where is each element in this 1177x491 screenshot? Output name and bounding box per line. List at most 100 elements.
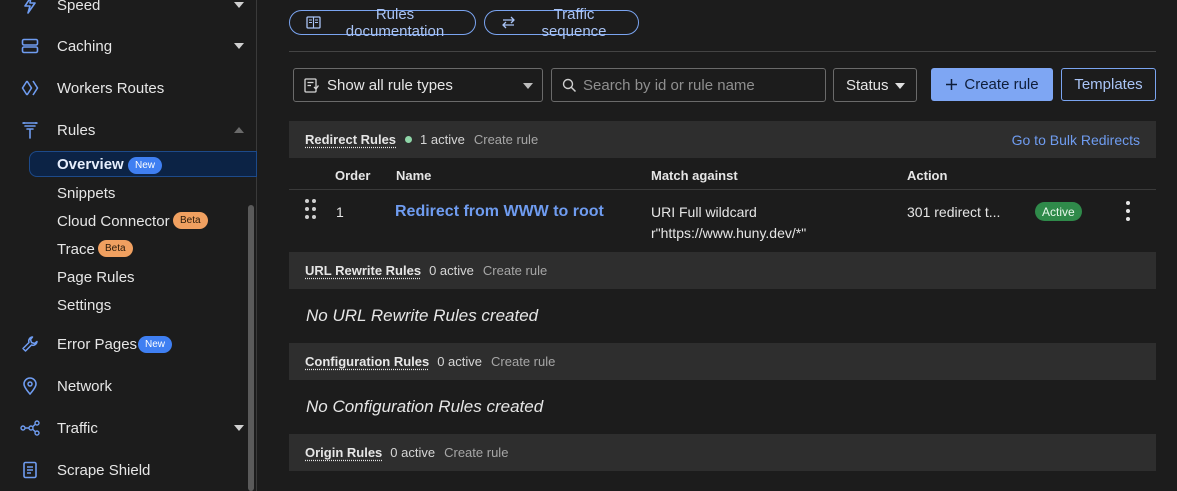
column-header-name: Name bbox=[396, 168, 432, 183]
rule-match-field: URI Full wildcard bbox=[651, 204, 757, 220]
redirect-rules-title[interactable]: Redirect Rules bbox=[305, 132, 396, 147]
rule-type-select-value: Show all rule types bbox=[327, 76, 453, 94]
sidebar-subitem-overview[interactable]: Overview New bbox=[29, 151, 257, 177]
status-badge: Active bbox=[1035, 202, 1082, 221]
sidebar-item-label: Traffic bbox=[57, 419, 98, 437]
chevron-up-icon bbox=[234, 127, 244, 133]
sidebar-subitem-label: Snippets bbox=[57, 184, 116, 202]
new-badge: New bbox=[128, 157, 163, 174]
sidebar-item-traffic[interactable]: Traffic bbox=[0, 408, 256, 448]
url-rewrite-empty-message: No URL Rewrite Rules created bbox=[306, 306, 539, 325]
traffic-sequence-label: Traffic sequence bbox=[541, 5, 607, 40]
sidebar-subitem-cloud-connector[interactable]: Cloud Connector Beta bbox=[0, 208, 256, 234]
redirect-rules-header: Redirect Rules 1 active Create rule Go t… bbox=[289, 121, 1156, 158]
sidebar-item-caching[interactable]: Caching bbox=[0, 26, 256, 66]
chevron-down-icon bbox=[895, 83, 905, 89]
sidebar-item-label: Speed bbox=[57, 0, 101, 14]
chevron-down-icon bbox=[234, 43, 244, 49]
rule-type-select[interactable]: Show all rule types bbox=[293, 68, 543, 102]
rule-order: 1 bbox=[336, 204, 344, 220]
bulk-redirects-link[interactable]: Go to Bulk Redirects bbox=[1012, 132, 1140, 148]
column-header-action: Action bbox=[907, 168, 948, 183]
url-rewrite-rules-count: 0 active bbox=[429, 263, 474, 278]
configuration-create-rule-link[interactable]: Create rule bbox=[491, 354, 555, 369]
location-pin-icon bbox=[20, 376, 40, 396]
origin-rules-count: 0 active bbox=[390, 445, 436, 460]
sidebar-subitem-settings[interactable]: Settings bbox=[0, 292, 256, 318]
sidebar-item-scrape-shield[interactable]: Scrape Shield bbox=[0, 450, 256, 490]
beta-badge: Beta bbox=[98, 240, 133, 257]
sidebar-item-label: Rules bbox=[57, 121, 96, 139]
chevron-down-icon bbox=[234, 425, 244, 431]
status-filter[interactable]: Status bbox=[833, 68, 917, 102]
book-icon bbox=[306, 16, 321, 29]
url-rewrite-rules-title[interactable]: URL Rewrite Rules bbox=[305, 263, 421, 278]
workers-icon bbox=[20, 78, 40, 98]
more-options-icon[interactable] bbox=[1124, 201, 1132, 221]
origin-rules-title[interactable]: Origin Rules bbox=[305, 445, 382, 460]
rules-documentation-button[interactable]: Rules documentation bbox=[289, 6, 476, 40]
create-rule-button[interactable]: Create rule bbox=[931, 68, 1053, 101]
templates-button[interactable]: Templates bbox=[1061, 68, 1156, 101]
status-filter-label: Status bbox=[846, 76, 889, 94]
chevron-down-icon bbox=[523, 83, 533, 89]
divider bbox=[289, 51, 1156, 52]
redirect-create-rule-link[interactable]: Create rule bbox=[474, 132, 538, 147]
traffic-nodes-icon bbox=[20, 418, 40, 438]
rule-match-value: r"https://www.huny.dev/*" bbox=[651, 225, 807, 241]
configuration-rules-count: 0 active bbox=[437, 354, 483, 369]
search-input[interactable] bbox=[583, 76, 813, 94]
sidebar-scrollbar[interactable] bbox=[248, 205, 254, 491]
templates-label: Templates bbox=[1074, 76, 1143, 93]
sidebar-subitem-label: Cloud Connector bbox=[57, 212, 170, 230]
plus-icon bbox=[946, 79, 958, 90]
storage-icon bbox=[20, 36, 40, 56]
lightning-icon bbox=[20, 0, 40, 15]
sidebar-subitem-label: Overview bbox=[57, 155, 124, 173]
drag-handle-icon[interactable] bbox=[305, 199, 317, 221]
column-header-order: Order bbox=[335, 168, 371, 183]
arrows-swap-icon bbox=[502, 16, 515, 29]
configuration-empty-message: No Configuration Rules created bbox=[306, 397, 544, 416]
rule-name-link[interactable]: Redirect from WWW to root bbox=[395, 203, 604, 221]
configuration-rules-title[interactable]: Configuration Rules bbox=[305, 354, 429, 369]
sidebar-subitem-label: Trace bbox=[57, 240, 95, 258]
sidebar-item-speed[interactable]: Speed bbox=[0, 0, 256, 25]
sidebar: Speed Caching Workers Routes Rules Overv… bbox=[0, 0, 257, 491]
url-rewrite-rules-header: URL Rewrite Rules 0 active Create rule bbox=[289, 252, 1156, 289]
beta-badge: Beta bbox=[173, 212, 208, 229]
new-badge: New bbox=[138, 336, 173, 353]
wrench-icon bbox=[20, 334, 40, 354]
main-content: Rules documentation Traffic sequence Sho… bbox=[258, 0, 1177, 491]
redirect-rules-count: 1 active bbox=[420, 132, 465, 147]
sidebar-item-error-pages[interactable]: Error Pages New bbox=[0, 324, 256, 364]
sidebar-item-workers-routes[interactable]: Workers Routes bbox=[0, 68, 256, 108]
document-shield-icon bbox=[20, 460, 40, 480]
active-status-dot bbox=[405, 136, 413, 143]
sidebar-subitem-trace[interactable]: Trace Beta bbox=[0, 236, 256, 262]
rule-list-icon bbox=[304, 77, 319, 93]
origin-rules-header: Origin Rules 0 active Create rule bbox=[289, 434, 1156, 471]
url-rewrite-create-rule-link[interactable]: Create rule bbox=[483, 263, 547, 278]
sidebar-item-rules[interactable]: Rules bbox=[0, 110, 256, 150]
table-divider bbox=[289, 189, 1156, 190]
traffic-sequence-button[interactable]: Traffic sequence bbox=[484, 6, 639, 40]
sidebar-item-label: Caching bbox=[57, 37, 113, 55]
create-rule-label: Create rule bbox=[964, 76, 1039, 93]
origin-create-rule-link[interactable]: Create rule bbox=[444, 445, 508, 460]
chevron-down-icon bbox=[234, 2, 244, 8]
rule-action: 301 redirect t... bbox=[907, 204, 1001, 220]
configuration-rules-header: Configuration Rules 0 active Create rule bbox=[289, 343, 1156, 380]
sidebar-subitem-page-rules[interactable]: Page Rules bbox=[0, 264, 256, 290]
sidebar-item-label: Network bbox=[57, 377, 113, 395]
rules-documentation-label: Rules documentation bbox=[345, 5, 445, 40]
search-box[interactable] bbox=[551, 68, 826, 102]
sidebar-subitem-snippets[interactable]: Snippets bbox=[0, 180, 256, 206]
sidebar-subitem-label: Page Rules bbox=[57, 268, 135, 286]
search-icon bbox=[562, 78, 577, 92]
sidebar-subitem-label: Settings bbox=[57, 296, 112, 314]
rules-funnel-icon bbox=[20, 120, 40, 140]
sidebar-item-label: Workers Routes bbox=[57, 79, 165, 97]
sidebar-item-network[interactable]: Network bbox=[0, 366, 256, 406]
sidebar-item-label: Error Pages bbox=[57, 335, 138, 353]
